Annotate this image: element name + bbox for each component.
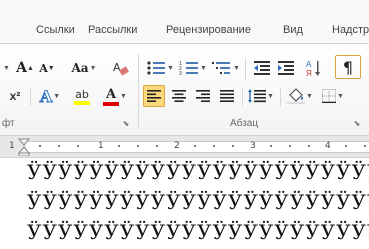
tab-addins[interactable]: Надстр [332, 24, 369, 36]
ruler-tick [118, 145, 120, 147]
group-separator [138, 54, 139, 128]
ruler-tick [289, 145, 291, 147]
ruler-tick [213, 145, 215, 147]
paint-bucket-icon [287, 88, 306, 104]
clear-formatting-button[interactable]: A [110, 58, 130, 78]
ruler-tick [58, 145, 60, 147]
borders-button[interactable]: ▼ [318, 85, 348, 107]
clear-formatting-icon: A [113, 61, 129, 76]
ruler-tick [364, 145, 366, 147]
ruler-number: 3 [250, 141, 256, 151]
grow-font-button[interactable]: A ▲ [16, 58, 34, 78]
button-separator [245, 58, 246, 80]
show-formatting-marks-button[interactable]: ¶ [335, 55, 361, 79]
shading-button[interactable]: ▼ [285, 85, 315, 107]
font-color-icon: A [105, 86, 117, 102]
text-effects-button[interactable]: A ▼ [36, 86, 64, 106]
tab-view[interactable]: Вид [283, 24, 303, 36]
highlight-color-button[interactable]: ab [68, 86, 96, 106]
sort-button[interactable]: А Я [304, 58, 324, 78]
decrease-icon: ▼ [47, 64, 55, 72]
sort-icon: А Я [306, 60, 320, 77]
increase-indent-icon [278, 61, 294, 75]
svg-text:А: А [306, 60, 312, 69]
ribbon: ▼ A ▲ A ▼ Aa ▼ A ▼ 1 2 3 ▼ ▼ А Я ¶ x² A … [0, 44, 369, 136]
multilevel-list-button[interactable]: ▼ [211, 58, 241, 78]
ruler-number: 1 [9, 141, 15, 151]
align-center-button[interactable] [168, 85, 190, 107]
svg-text:Я: Я [306, 69, 312, 77]
multilevel-list-icon [212, 62, 231, 74]
button-separator [242, 88, 243, 106]
font-size-dropdown-edge[interactable]: ▼ [0, 58, 12, 78]
ruler-tick [270, 145, 272, 147]
paragraph-dialog-launcher[interactable]: ⬊ [351, 117, 363, 129]
indent-marker-icon [17, 138, 31, 157]
ruler-tick [77, 145, 79, 147]
button-separator [280, 88, 281, 106]
ruler-tick [308, 145, 310, 147]
align-left-button[interactable] [143, 85, 165, 107]
increase-icon: ▲ [26, 64, 34, 72]
font-group-label: фт [2, 118, 15, 129]
align-right-button[interactable] [192, 85, 214, 107]
ruler-tick [39, 145, 41, 147]
paragraph-group-label: Абзац [230, 118, 259, 129]
superscript-button[interactable]: x² [4, 86, 26, 106]
ruler-text-area [26, 141, 369, 153]
decrease-indent-icon [254, 61, 270, 75]
ruler-number: 4 [325, 141, 331, 151]
ruler-number: 2 [174, 141, 180, 151]
tab-mailings[interactable]: Рассылки [88, 24, 137, 36]
ruler-tick [345, 145, 347, 147]
align-left-icon [147, 90, 161, 102]
ruler-tick [194, 145, 196, 147]
font-color-button[interactable]: A ▼ [100, 86, 130, 106]
line-spacing-button[interactable]: ▼ [247, 85, 275, 107]
align-center-icon [172, 90, 186, 102]
decrease-indent-button[interactable] [252, 58, 272, 78]
document-page[interactable]: ӰӰӰӰӰӰӰӰӰӰӰӰӰӰӰӰӰӰӰӰӰӰӰ ӰӰӰӰӰӰӰӰӰӰӰӰӰӰӰӰ… [0, 158, 369, 249]
indent-marker[interactable] [17, 138, 31, 157]
bullet-list-icon [147, 61, 166, 75]
increase-indent-button[interactable] [276, 58, 296, 78]
ruler-tick [156, 145, 158, 147]
tab-references[interactable]: Ссылки [36, 24, 75, 36]
justify-button[interactable] [216, 85, 238, 107]
horizontal-ruler[interactable]: 1 1 2 3 4 [0, 136, 369, 158]
highlighter-icon: ab [75, 87, 89, 101]
align-right-icon [196, 90, 210, 102]
dialog-launcher-icon: ⬊ [122, 118, 130, 128]
bullets-button[interactable]: ▼ [145, 58, 175, 78]
svg-text:3: 3 [179, 71, 182, 76]
highlight-color-bar [74, 100, 90, 105]
button-separator [30, 88, 31, 106]
numbering-button[interactable]: 1 2 3 ▼ [178, 58, 208, 78]
change-case-button[interactable]: Aa ▼ [70, 58, 98, 78]
ruler-tick [232, 145, 234, 147]
dialog-launcher-icon: ⬊ [353, 118, 361, 128]
justify-icon [220, 90, 234, 102]
numbered-list-icon: 1 2 3 [179, 61, 199, 76]
font-color-bar [103, 101, 120, 106]
tab-review[interactable]: Рецензирование [166, 24, 251, 36]
ribbon-tabs: Ссылки Рассылки Рецензирование Вид Надст… [0, 0, 369, 44]
borders-icon [322, 89, 337, 103]
ruler-number: 1 [98, 141, 104, 151]
shrink-font-button[interactable]: A ▼ [38, 58, 56, 78]
svg-text:A: A [113, 61, 121, 74]
chevron-down-icon: ▼ [3, 64, 10, 72]
font-dialog-launcher[interactable]: ⬊ [120, 117, 132, 129]
document-line[interactable]: ӰӰӰӰӰӰӰӰӰӰӰӰӰӰӰӰӰӰӰӰӰӰӰ [27, 190, 369, 214]
document-line[interactable]: ӰӰӰӰӰӰӰӰӰӰӰӰӰӰӰӰӰӰӰӰӰӰӰ [27, 220, 369, 244]
line-spacing-icon [248, 89, 267, 103]
document-line[interactable]: ӰӰӰӰӰӰӰӰӰӰӰӰӰӰӰӰӰӰӰӰӰӰӰ [27, 160, 369, 184]
ruler-tick [137, 145, 139, 147]
text-effects-icon: A [39, 86, 53, 106]
